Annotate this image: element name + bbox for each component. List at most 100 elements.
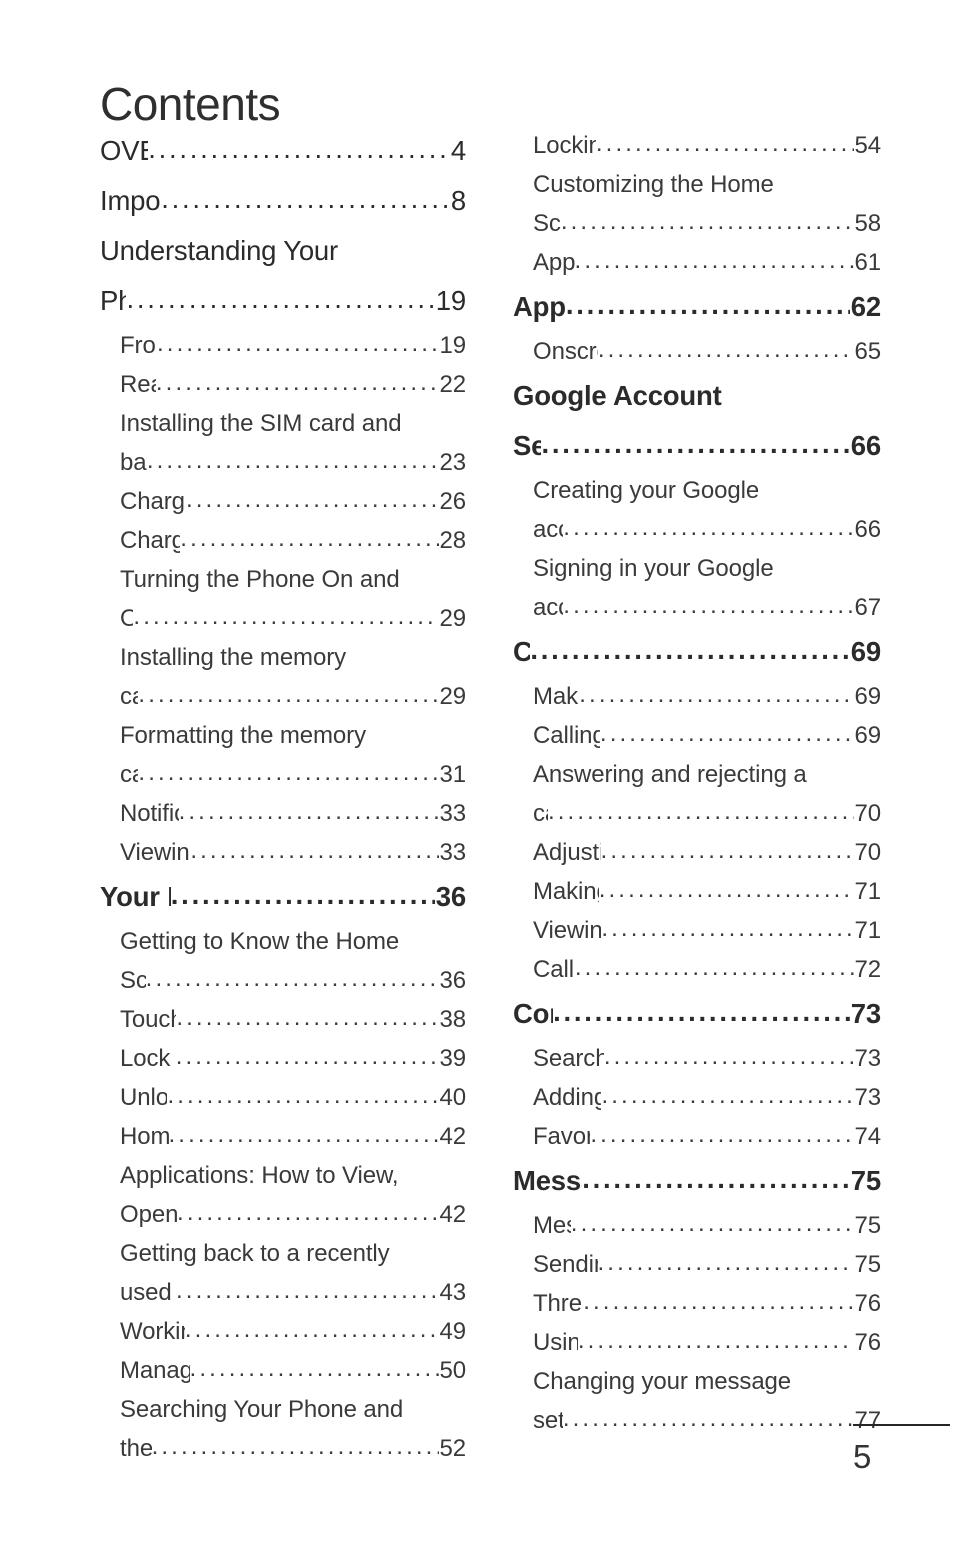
toc-entry[interactable]: Off 29: [120, 599, 466, 638]
toc-entry[interactable]: Charging your Phone 26: [120, 482, 466, 521]
toc-page-number: 67: [854, 594, 882, 621]
toc-entry[interactable]: Open and Switch 42: [120, 1195, 466, 1234]
toc-entry[interactable]: Searching for a contact 73: [533, 1039, 881, 1078]
toc-entry-label: account: [533, 516, 563, 543]
toc-entry[interactable]: Working with Menus 49: [120, 1312, 466, 1351]
toc-entry[interactable]: Viewing your Call logs 71: [533, 911, 881, 950]
toc-entry[interactable]: used applications 43: [120, 1273, 466, 1312]
toc-entry[interactable]: settings 77: [533, 1401, 881, 1440]
toc-entry[interactable]: Messaging/E-mail 75: [513, 1156, 881, 1206]
toc-entry[interactable]: Screen 36: [120, 961, 466, 1000]
toc-entry-wrap-line[interactable]: Getting to Know the Home: [120, 922, 466, 961]
toc-entry[interactable]: Lock your phone 39: [120, 1039, 466, 1078]
toc-entry[interactable]: Managing Notifications 50: [120, 1351, 466, 1390]
toc-leader-dots: [598, 1243, 854, 1282]
toc-entry-wrap-line[interactable]: Installing the SIM card and: [120, 404, 466, 443]
toc-entry[interactable]: Applications 62: [513, 282, 881, 332]
toc-entry[interactable]: battery 23: [120, 443, 466, 482]
toc-entry[interactable]: Screen 58: [533, 204, 881, 243]
toc-entry[interactable]: Notifications panel 33: [120, 794, 466, 833]
toc-entry-wrap-line[interactable]: Formatting the memory: [120, 716, 466, 755]
toc-page-number: 8: [450, 185, 466, 216]
toc-entry[interactable]: Applications 61: [533, 243, 881, 282]
toc-entry-wrap-line[interactable]: Signing in your Google: [533, 549, 881, 588]
toc-entry[interactable]: Viewing the Status bar 33: [120, 833, 466, 872]
toc-entry[interactable]: Front View 19: [120, 326, 466, 365]
toc-entry[interactable]: Making a call 69: [533, 677, 881, 716]
toc-entry[interactable]: Unlock screen 40: [120, 1078, 466, 1117]
toc-entry-wrap-line[interactable]: Turning the Phone On and: [120, 560, 466, 599]
toc-entry[interactable]: Messaging 75: [533, 1206, 881, 1245]
toc-entry-label: Charging your Phone: [120, 488, 186, 515]
toc-entry[interactable]: card 29: [120, 677, 466, 716]
toc-entry[interactable]: Charging with USB 28: [120, 521, 466, 560]
toc-entry[interactable]: Adding a new contact 73: [533, 1078, 881, 1117]
toc-entry[interactable]: Calling your contacts 69: [533, 716, 881, 755]
toc-page-number: 66: [854, 516, 882, 543]
page-number: 5: [853, 1438, 872, 1475]
toc-entry-wrap-line[interactable]: Changing your message: [533, 1362, 881, 1401]
toc-entry-label: Messaging: [533, 1212, 571, 1239]
toc-entry[interactable]: Home screen 42: [120, 1117, 466, 1156]
toc-entry[interactable]: the Web 52: [120, 1429, 466, 1468]
toc-entry-wrap-line[interactable]: Searching Your Phone and: [120, 1390, 466, 1429]
toc-entry-label: Rear View: [120, 371, 156, 398]
toc-page-number: 66: [850, 430, 881, 461]
toc-entry-wrap-line[interactable]: Google Account: [513, 371, 881, 421]
toc-entry[interactable]: Rear View 22: [120, 365, 466, 404]
toc-leader-dots: [152, 1427, 439, 1466]
toc-entry[interactable]: card 31: [120, 755, 466, 794]
toc-entry-wrap-line[interactable]: Installing the memory: [120, 638, 466, 677]
toc-page-number: 40: [439, 1084, 467, 1111]
toc-entry[interactable]: Contacts 73: [513, 989, 881, 1039]
toc-entry-label: Touch screen tips: [120, 1006, 176, 1033]
toc-page-number: 76: [854, 1290, 882, 1317]
toc-entry-label: card: [120, 683, 138, 710]
toc-entry[interactable]: Call settings 72: [533, 950, 881, 989]
toc-entry[interactable]: Phone 19: [100, 276, 466, 326]
toc-entry-wrap-line[interactable]: Customizing the Home: [533, 165, 881, 204]
toc-entry-wrap-line[interactable]: Creating your Google: [533, 471, 881, 510]
toc-entry[interactable]: Onscreen Keyboard 65: [533, 332, 881, 371]
toc-entry[interactable]: call 70: [533, 794, 881, 833]
toc-leader-dots: [156, 363, 439, 402]
toc-leader-dots: [563, 1399, 854, 1438]
toc-entry-wrap-line[interactable]: Answering and rejecting a: [533, 755, 881, 794]
toc-entry[interactable]: Touch screen tips 38: [120, 1000, 466, 1039]
toc-entry[interactable]: Making a second call 71: [533, 872, 881, 911]
toc-leader-dots: [148, 124, 450, 174]
toc-leader-dots: [579, 675, 853, 714]
toc-entry-label: settings: [533, 1407, 563, 1434]
toc-entry[interactable]: Favorite contacts 74: [533, 1117, 881, 1156]
toc-entry[interactable]: Adjusting call volume 70: [533, 833, 881, 872]
toc-entry[interactable]: Sending a message 75: [533, 1245, 881, 1284]
toc-leader-dots: [601, 831, 854, 870]
toc-entry[interactable]: OVERVIEW 4: [100, 126, 466, 176]
toc-page-number: 69: [850, 636, 881, 667]
toc-entry[interactable]: Important notice 8: [100, 176, 466, 226]
toc-page-number: 28: [439, 527, 467, 554]
toc-entry[interactable]: account 67: [533, 588, 881, 627]
toc-entry[interactable]: Your Home screen 36: [100, 872, 466, 922]
toc-entry[interactable]: Locking the Screen 54: [533, 126, 881, 165]
toc-page-number: 29: [439, 605, 467, 632]
toc-page-number: 76: [854, 1329, 882, 1356]
toc-entry[interactable]: Set-up 66: [513, 421, 881, 471]
toc-leader-dots: [596, 124, 854, 163]
toc-leader-dots: [133, 597, 438, 636]
toc-entry-label: Screen: [120, 967, 146, 994]
toc-page-number: 36: [439, 967, 467, 994]
toc-entry-wrap-line[interactable]: Applications: How to View,: [120, 1156, 466, 1195]
toc-column-left: OVERVIEW 4 Important notice 8 Understanding …: [100, 126, 466, 1468]
toc-entry-wrap-line[interactable]: Understanding Your: [100, 226, 466, 276]
toc-leader-dots: [176, 1037, 439, 1076]
toc-entry[interactable]: Call 69: [513, 627, 881, 677]
toc-entry-label: account: [533, 594, 563, 621]
toc-page-number: 75: [850, 1165, 881, 1196]
toc-entry[interactable]: Threaded box 76: [533, 1284, 881, 1323]
toc-entry[interactable]: Using smilies 76: [533, 1323, 881, 1362]
toc-entry-label: Viewing the Status bar: [120, 839, 190, 866]
toc-entry[interactable]: account 66: [533, 510, 881, 549]
toc-entry-wrap-line[interactable]: Getting back to a recently: [120, 1234, 466, 1273]
toc-entry-label: Changing your message: [533, 1368, 792, 1395]
